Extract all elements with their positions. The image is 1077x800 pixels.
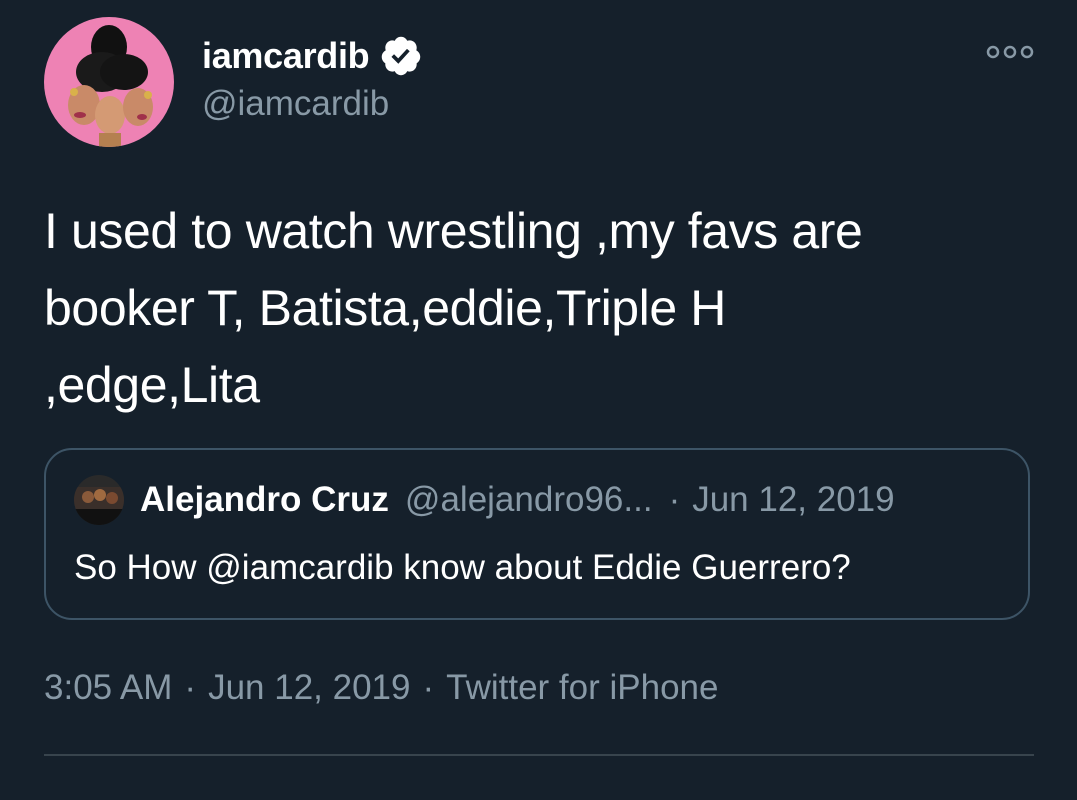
tweet-text-line: I used to watch wrestling ,my favs are [44,203,863,259]
author-avatar[interactable] [44,17,174,147]
tweet-text-line: ,edge,Lita [44,357,260,413]
quoted-tweet-card[interactable]: Alejandro Cruz @alejandro96... · Jun 12,… [44,448,1030,620]
profile-avatar-image [44,17,174,147]
tweet-source[interactable]: Twitter for iPhone [446,668,718,707]
author-handle[interactable]: @iamcardib [202,84,389,124]
tweet-metadata: 3:05 AM · Jun 12, 2019 · Twitter for iPhone [44,668,718,708]
quoted-date: Jun 12, 2019 [692,480,895,519]
quoted-separator: · [668,480,681,519]
tweet-time[interactable]: 3:05 AM [44,668,172,707]
quoted-avatar-image [74,475,124,525]
divider [44,754,1034,756]
meta-separator: · [184,668,197,707]
author-display-name[interactable]: iamcardib [202,35,370,77]
quoted-tweet-header: Alejandro Cruz @alejandro96... · Jun 12,… [140,480,895,520]
quoted-author-handle: @alejandro96... [404,480,653,519]
quoted-author-avatar [74,475,124,525]
meta-separator: · [422,668,435,707]
author-name-row[interactable]: iamcardib [202,30,423,82]
more-options-icon[interactable] [986,40,1034,64]
verified-badge-icon [382,36,421,76]
tweet-text-line: booker T, Batista,eddie,Triple H [44,280,726,336]
quoted-author-name: Alejandro Cruz [140,480,389,519]
quoted-tweet-text: So How @iamcardib know about Eddie Guerr… [74,548,851,587]
tweet-text: I used to watch wrestling ,my favs are b… [44,193,1044,424]
tweet-date[interactable]: Jun 12, 2019 [208,668,410,707]
